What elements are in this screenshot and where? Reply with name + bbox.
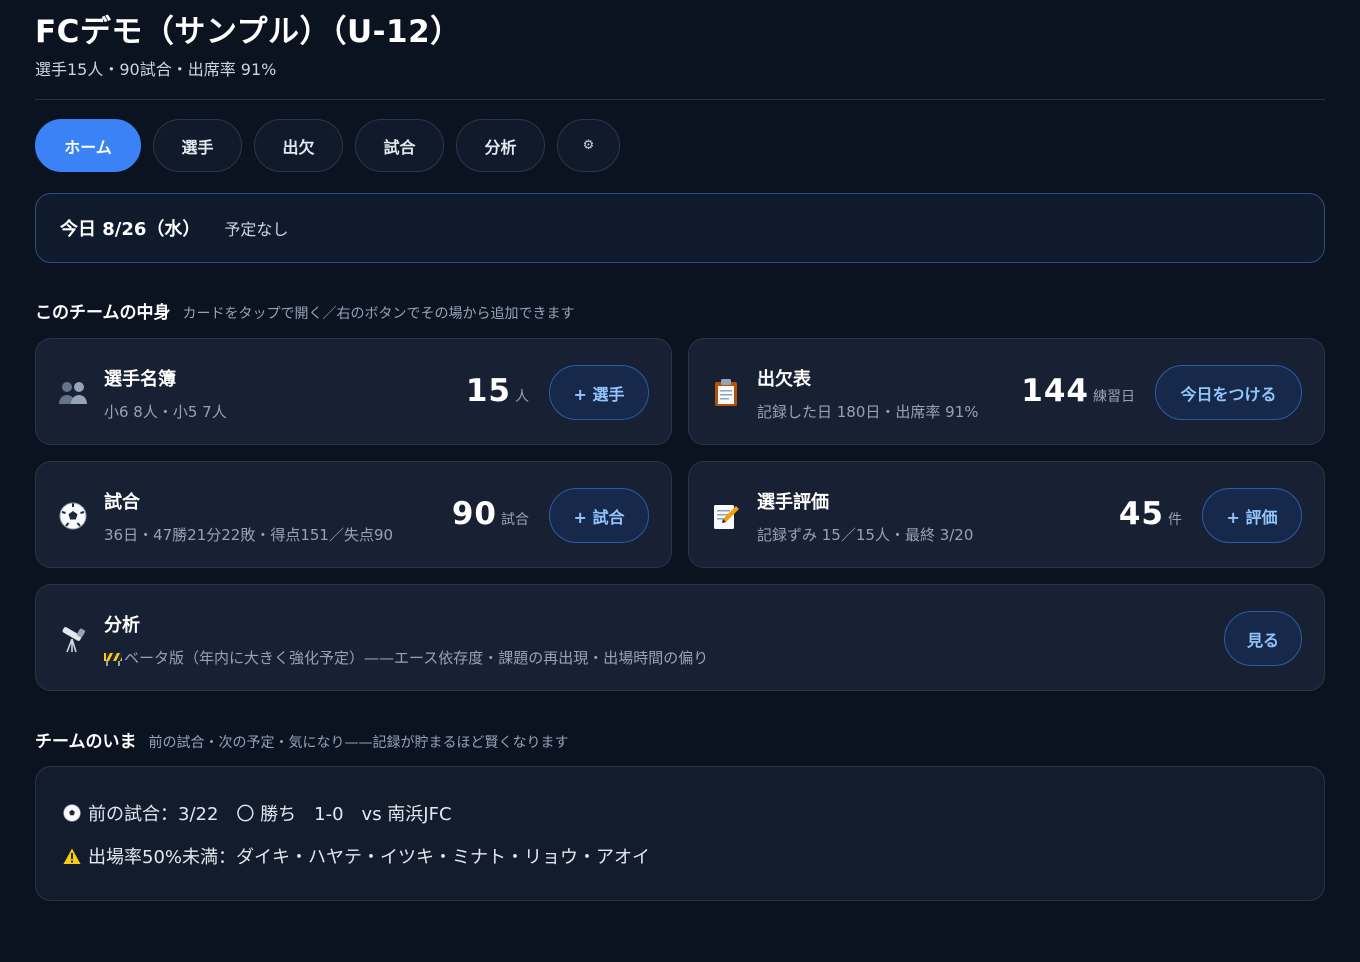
card-subtitle: 記録ずみ 15／15人・最終 3/20 <box>757 526 974 544</box>
attendance-card[interactable]: 出欠表 記録した日 180日・出席率 91% 144 練習日 今日をつける <box>688 338 1325 445</box>
analysis-card[interactable]: 分析 ベータ版（年内に大きく強化予定）——エース依存度・課題の再出現・出場時間の… <box>35 584 1325 691</box>
card-subtitle: 小6 8人・小5 7人 <box>104 403 227 421</box>
section-title: チームのいま <box>35 732 137 752</box>
team-status-panel: 前の試合：3/22 〇 勝ち 1-0 vs 南浜JFC 出場率50%未満：ダイキ… <box>35 766 1325 901</box>
team-title: FCデモ（サンプル）（U-12） <box>35 14 462 50</box>
count-value: 144 <box>1021 373 1089 409</box>
clipboard-icon <box>711 378 741 408</box>
match-count: 90 試合 <box>452 496 529 532</box>
settings-tab[interactable]: ⚙ <box>557 119 620 172</box>
today-banner[interactable]: 今日 8/26（水） 予定なし <box>35 193 1325 263</box>
last-match-line[interactable]: 前の試合：3/22 〇 勝ち 1-0 vs 南浜JFC <box>62 800 452 826</box>
count-value: 45 <box>1118 496 1164 532</box>
people-icon <box>58 378 88 408</box>
header-divider <box>35 99 1325 100</box>
section-description: カードをタップで開く／右のボタンでその場から追加できます <box>182 306 575 322</box>
card-subtitle: ベータ版（年内に大きく強化予定）——エース依存度・課題の再出現・出場時間の偏り <box>104 647 708 668</box>
add-evaluation-button[interactable]: + 評価 <box>1202 488 1302 543</box>
count-unit: 練習日 <box>1093 389 1135 405</box>
tab-players[interactable]: 選手 <box>153 119 242 172</box>
last-match-text: 前の試合：3/22 〇 勝ち 1-0 vs 南浜JFC <box>88 804 452 825</box>
count-unit: 人 <box>515 389 529 405</box>
count-unit: 件 <box>1168 512 1182 528</box>
soccer-ball-icon <box>62 803 82 823</box>
gear-icon: ⚙ <box>582 138 595 153</box>
analysis-description: ベータ版（年内に大きく強化予定）——エース依存度・課題の再出現・出場時間の偏り <box>124 649 709 667</box>
mark-today-button[interactable]: 今日をつける <box>1155 365 1302 420</box>
view-analysis-button[interactable]: 見る <box>1224 611 1302 666</box>
today-schedule: 予定なし <box>224 220 289 239</box>
soccer-ball-icon <box>58 501 88 531</box>
evaluation-count: 45 件 <box>1119 496 1182 532</box>
card-title: 選手名簿 <box>104 369 176 390</box>
memo-icon <box>711 501 741 531</box>
card-title: 選手評価 <box>757 492 829 513</box>
warning-text: 出場率50%未満：ダイキ・ハヤテ・イツキ・ミナト・リョウ・アオイ <box>88 847 651 868</box>
card-subtitle: 36日・47勝21分22敗・得点151／失点90 <box>104 526 394 544</box>
warning-icon <box>62 846 82 866</box>
tab-bar: ホーム 選手 出欠 試合 分析 ⚙ <box>35 119 620 172</box>
practice-day-count: 144 練習日 <box>1021 373 1135 409</box>
card-subtitle: 記録した日 180日・出席率 91% <box>757 403 979 421</box>
section-title: このチームの中身 <box>35 303 171 323</box>
section-description: 前の試合・次の予定・気になり——記録が貯まるほど賢くなります <box>148 735 569 751</box>
roster-card[interactable]: 選手名簿 小6 8人・小5 7人 15 人 + 選手 <box>35 338 672 445</box>
today-date: 今日 8/26（水） <box>60 219 201 240</box>
matches-card[interactable]: 試合 36日・47勝21分22敗・得点151／失点90 90 試合 + 試合 <box>35 461 672 568</box>
player-count: 15 人 <box>466 373 529 409</box>
card-title: 分析 <box>104 615 140 636</box>
evaluation-card[interactable]: 選手評価 記録ずみ 15／15人・最終 3/20 45 件 + 評価 <box>688 461 1325 568</box>
team-summary: 選手15人・90試合・出席率 91% <box>35 60 277 79</box>
count-unit: 試合 <box>501 512 529 528</box>
count-value: 90 <box>451 496 497 532</box>
card-title: 出欠表 <box>757 369 811 390</box>
construction-icon <box>104 650 122 666</box>
add-player-button[interactable]: + 選手 <box>549 365 649 420</box>
card-title: 試合 <box>104 492 140 513</box>
low-playtime-warning[interactable]: 出場率50%未満：ダイキ・ハヤテ・イツキ・ミナト・リョウ・アオイ <box>62 843 650 869</box>
contents-section-header: このチームの中身 カードをタップで開く／右のボタンでその場から追加できます <box>35 298 575 323</box>
add-match-button[interactable]: + 試合 <box>549 488 649 543</box>
tab-home[interactable]: ホーム <box>35 119 141 172</box>
tab-matches[interactable]: 試合 <box>355 119 444 172</box>
count-value: 15 <box>465 373 511 409</box>
telescope-icon <box>58 624 88 654</box>
now-section-header: チームのいま 前の試合・次の予定・気になり——記録が貯まるほど賢くなります <box>35 727 569 752</box>
tab-analysis[interactable]: 分析 <box>456 119 545 172</box>
tab-attendance[interactable]: 出欠 <box>254 119 343 172</box>
